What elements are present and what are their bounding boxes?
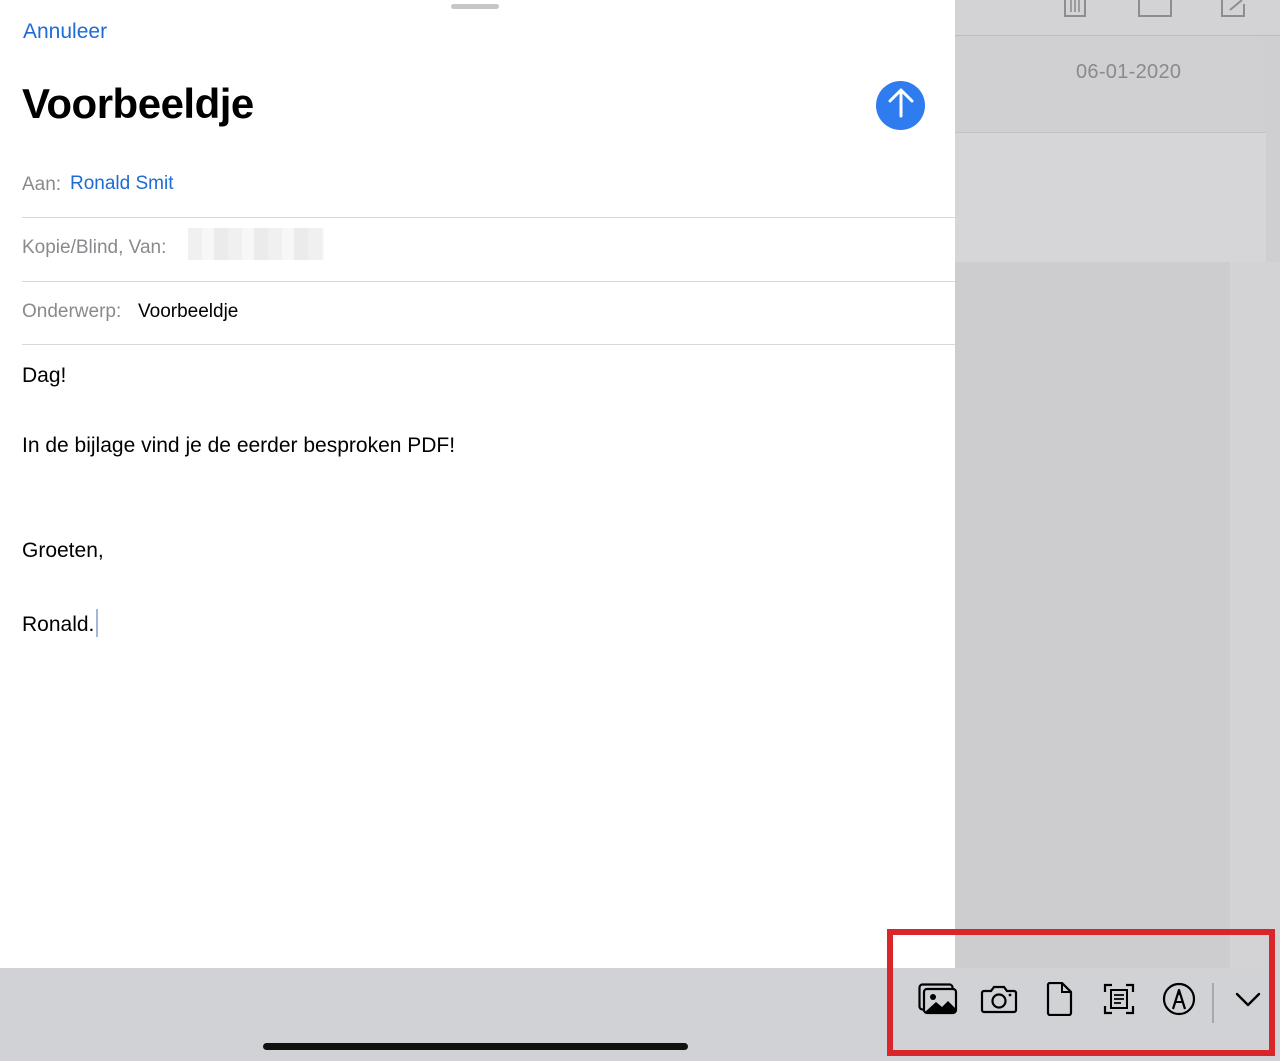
to-label: Aan: <box>22 174 62 195</box>
to-recipient[interactable]: Ronald Smit <box>70 173 174 195</box>
send-button[interactable] <box>876 81 925 130</box>
to-field[interactable]: Aan: Ronald Smit <box>22 154 955 217</box>
background-date: 06-01-2020 <box>1076 61 1182 83</box>
trash-icon <box>1062 0 1088 25</box>
compose-sheet: Annuleer Voorbeeldje Aan: Ronald Smit Ko… <box>0 0 955 968</box>
highlight-annotation-box <box>887 929 1275 1056</box>
arrow-up-icon <box>888 88 914 123</box>
sheet-grabber[interactable] <box>451 4 499 9</box>
field-divider <box>22 344 955 345</box>
background-message-body <box>955 262 1230 968</box>
body-line: Ronald. <box>22 613 95 636</box>
body-line: Dag! <box>22 364 67 387</box>
home-indicator[interactable] <box>263 1043 688 1050</box>
background-divider <box>955 132 1266 133</box>
subject-input[interactable]: Voorbeeldje <box>138 301 238 323</box>
cc-from-field[interactable]: Kopie/Blind, Van: <box>22 218 955 281</box>
body-line: Groeten, <box>22 539 104 562</box>
folder-icon <box>1138 0 1172 23</box>
background-sidebar <box>1230 262 1280 968</box>
redacted-sender-address <box>188 228 324 260</box>
subject-label: Onderwerp: <box>22 301 122 322</box>
compose-title: Voorbeeldje <box>22 80 254 127</box>
body-line-last: Ronald. <box>22 609 99 637</box>
compose-icon <box>1220 0 1248 25</box>
body-line: In de bijlage vind je de eerder besproke… <box>22 434 456 457</box>
screen: 06-01-2020 Annuleer Voorbeeldje Aan: Ron… <box>0 0 1280 1061</box>
subject-field[interactable]: Onderwerp: Voorbeeldje <box>22 282 955 345</box>
text-caret <box>96 609 99 637</box>
background-message-preview <box>955 133 1266 262</box>
cc-from-label: Kopie/Blind, Van: <box>22 237 167 258</box>
cancel-button[interactable]: Annuleer <box>23 20 107 44</box>
